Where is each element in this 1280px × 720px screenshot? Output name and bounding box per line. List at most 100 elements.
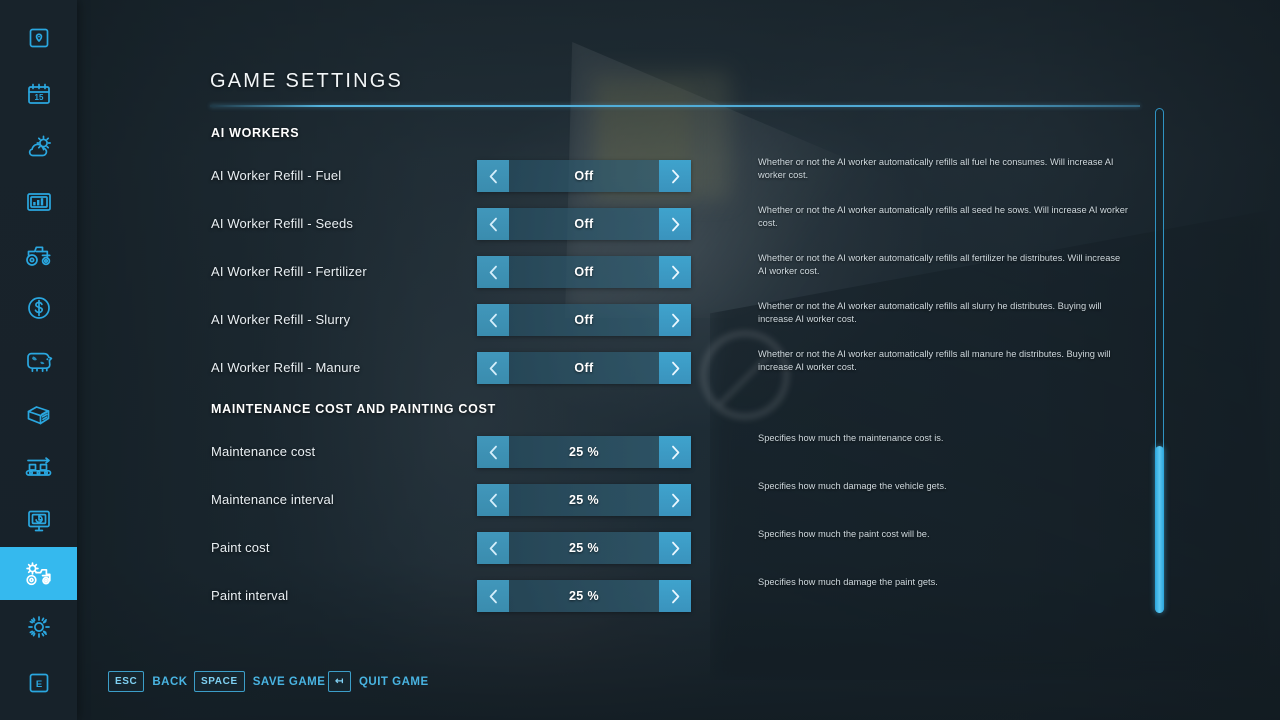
setting-value: 25 % [568,493,600,507]
setting-selector[interactable]: Off [477,208,691,240]
setting-row: AI Worker Refill - Fuel Off Whether or not… [0,157,1280,192]
sidebar-item-quests[interactable] [0,12,77,65]
settings-panel: GAME SETTINGS AI WORKERS AI Worker Refill… [0,0,1280,720]
setting-selector[interactable]: Off [477,304,691,336]
setting-row: AI Worker Refill - Manure Off Whether or n… [0,349,1280,384]
sidebar-item-vehicles[interactable] [0,228,77,281]
setting-row: Maintenance interval 25 % Specifies how mu… [0,481,1280,516]
setting-description: Specifies how much the paint cost will b… [758,529,930,539]
setting-label: Paint interval [211,588,289,603]
setting-row: Maintenance cost 25 % Specifies how much t… [0,433,1280,468]
presentation-board-icon [25,508,53,534]
setting-label: AI Worker Refill - Seeds [211,216,354,231]
sidebar-item-finances[interactable] [0,281,77,334]
setting-label: AI Worker Refill - Slurry [211,312,351,327]
tractor-icon [23,242,55,268]
setting-selector[interactable]: 25 % [477,580,691,612]
setting-row: Paint interval 25 % Specifies how much dam… [0,577,1280,612]
setting-value: Off [574,169,594,183]
chevron-right-icon[interactable] [659,352,691,384]
chevron-right-icon[interactable] [659,256,691,288]
sidebar-item-game-settings[interactable] [0,547,77,600]
setting-value: 25 % [568,445,600,459]
weather-sun-cloud-icon [24,134,54,162]
setting-selector[interactable]: 25 % [477,436,691,468]
hint-label: SAVE GAME [252,675,326,688]
setting-label: Maintenance cost [211,444,316,459]
conveyor-belt-icon [23,455,55,481]
sidebar-item-statistics[interactable] [0,175,77,228]
page-title: GAME SETTINGS [210,70,404,92]
chevron-right-icon[interactable] [659,436,691,468]
hint-quit-game[interactable]: ↤ QUIT GAME [328,671,429,692]
chevron-right-icon[interactable] [659,208,691,240]
setting-label: Paint cost [211,540,270,555]
quest-marker-icon [26,26,52,52]
setting-description: Specifies how much damage the paint gets… [758,577,938,587]
sidebar-item-settings[interactable] [0,600,77,653]
chevron-left-icon[interactable] [477,436,509,468]
setting-selector[interactable]: Off [477,352,691,384]
chevron-right-icon[interactable] [659,580,691,612]
chevron-left-icon[interactable] [477,208,509,240]
gear-tractor-icon [22,561,56,587]
keycap: SPACE [194,671,245,692]
chevron-left-icon[interactable] [477,256,509,288]
setting-row: AI Worker Refill - Seeds Off Whether or no… [0,205,1280,240]
bottom-hint-bar: ESC BACK SPACE SAVE GAME ↤ QUIT GAME [0,656,1280,720]
chevron-left-icon[interactable] [477,580,509,612]
setting-description: Whether or not the AI worker automatical… [758,157,1114,180]
setting-selector[interactable]: 25 % [477,484,691,516]
scrollbar-thumb[interactable] [1155,446,1164,613]
sidebar-item-animals[interactable] [0,334,77,387]
sidebar-item-presentation[interactable] [0,494,77,547]
keycap: ↤ [328,671,351,692]
chevron-right-icon[interactable] [659,160,691,192]
setting-value: 25 % [568,541,600,555]
svg-text:15: 15 [34,93,43,102]
sidebar-item-production[interactable] [0,441,77,494]
setting-value: Off [574,265,594,279]
chevron-left-icon[interactable] [477,532,509,564]
setting-description: Whether or not the AI worker automatical… [758,205,1128,228]
setting-row: AI Worker Refill - Slurry Off Whether or n… [0,301,1280,336]
setting-description: Whether or not the AI worker automatical… [758,301,1102,324]
chevron-left-icon[interactable] [477,160,509,192]
chevron-left-icon[interactable] [477,304,509,336]
documents-icon [24,402,54,428]
setting-description: Specifies how much damage the vehicle ge… [758,481,947,491]
setting-description: Whether or not the AI worker automatical… [758,253,1121,276]
chevron-right-icon[interactable] [659,484,691,516]
calendar-15-icon: 15 [25,81,53,109]
setting-label: AI Worker Refill - Fertilizer [211,264,367,279]
setting-label: AI Worker Refill - Fuel [211,168,342,183]
dollar-coin-icon [25,294,53,322]
sidebar-item-weather[interactable] [0,121,77,174]
setting-selector[interactable]: Off [477,160,691,192]
setting-selector[interactable]: 25 % [477,532,691,564]
cow-icon [23,348,55,374]
sidebar-item-contracts[interactable] [0,388,77,441]
hint-save-game[interactable]: SPACE SAVE GAME [194,671,325,692]
setting-value: Off [574,217,594,231]
gear-icon [25,613,53,641]
sidebar-item-calendar[interactable]: 15 [0,68,77,121]
chevron-right-icon[interactable] [659,304,691,336]
hint-label: QUIT GAME [358,675,429,688]
setting-value: Off [574,361,594,375]
chevron-left-icon[interactable] [477,484,509,516]
setting-value: 25 % [568,589,600,603]
sidebar-nav: 15 E [0,0,77,720]
setting-description: Specifies how much the maintenance cost … [758,433,944,443]
setting-row: AI Worker Refill - Fertilizer Off Whether … [0,253,1280,288]
setting-selector[interactable]: Off [477,256,691,288]
setting-label: AI Worker Refill - Manure [211,360,361,375]
chevron-left-icon[interactable] [477,352,509,384]
title-divider [210,105,1140,107]
chevron-right-icon[interactable] [659,532,691,564]
bar-chart-icon [25,190,53,214]
hint-back[interactable]: ESC BACK [108,671,188,692]
setting-label: Maintenance interval [211,492,334,507]
section-heading: AI WORKERS [211,126,300,140]
section-heading: MAINTENANCE COST AND PAINTING COST [211,402,496,416]
